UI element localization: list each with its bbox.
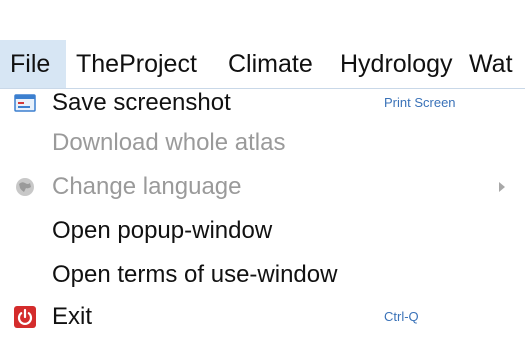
menu-bar: File TheProject Climate Hydrology Wat	[0, 0, 525, 88]
menu-item-label: Open popup-window	[52, 217, 273, 244]
menu-item-shortcut: Print Screen	[384, 95, 456, 110]
menu-hydrology[interactable]: Hydrology	[340, 40, 453, 88]
app-window: File TheProject Climate Hydrology Wat Sa…	[0, 0, 525, 340]
menu-climate[interactable]: Climate	[228, 40, 313, 88]
screenshot-icon	[13, 91, 37, 115]
menu-item-label: Save screenshot	[52, 89, 231, 116]
menu-item-label: Open terms of use-window	[52, 261, 338, 288]
menu-item-label: Change language	[52, 173, 242, 200]
menu-item-shortcut: Ctrl-Q	[384, 309, 419, 324]
globe-icon	[13, 175, 37, 199]
menu-item-label: Exit	[52, 303, 93, 330]
power-icon	[13, 305, 37, 329]
menu-file[interactable]: File	[0, 40, 66, 88]
menu-item-save-screenshot[interactable]: Save screenshot Print Screen	[0, 83, 525, 123]
menu-theproject[interactable]: TheProject	[76, 40, 197, 88]
menu-item-change-language[interactable]: Change language	[0, 167, 525, 207]
menu-item-open-terms[interactable]: Open terms of use-window	[0, 255, 525, 295]
menu-item-label: Download whole atlas	[52, 129, 286, 156]
menu-item-exit[interactable]: Exit Ctrl-Q	[0, 297, 525, 337]
file-menu-dropdown: Save screenshot Print Screen Download wh…	[0, 88, 525, 340]
submenu-arrow-icon	[499, 182, 505, 192]
menu-item-open-popup[interactable]: Open popup-window	[0, 211, 525, 251]
menu-wat[interactable]: Wat	[469, 40, 513, 88]
menu-item-download-atlas[interactable]: Download whole atlas	[0, 123, 525, 163]
